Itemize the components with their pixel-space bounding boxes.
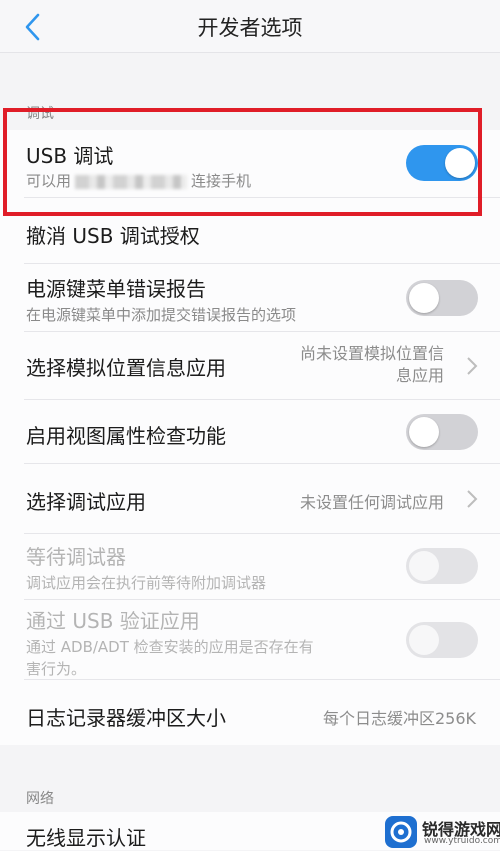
chevron-right-icon (467, 357, 478, 375)
mock-location-app-value: 尚未设置模拟位置信 息应用 (299, 344, 444, 385)
power-bug-report-subtitle: 在电源键菜单中添加提交错误报告的选项 (26, 306, 297, 324)
section-label-network: 网络 (26, 791, 54, 807)
wait-for-debugger-row: 等待调试器 调试应用会在执行前等待附加调试器 (0, 534, 500, 600)
view-attribute-inspection-row[interactable]: 启用视图属性检查功能 (0, 400, 500, 464)
power-bug-report-label: 电源键菜单错误报告 (26, 277, 206, 301)
watermark-logo: 锐得游戏网 www.ytruido.com (384, 814, 500, 850)
watermark-url: www.ytruido.com (424, 836, 500, 846)
revoke-usb-auth-label: 撤消 USB 调试授权 (26, 224, 200, 248)
power-bug-report-row[interactable]: 电源键菜单错误报告 在电源键菜单中添加提交错误报告的选项 (0, 264, 500, 332)
logger-buffer-size-row[interactable]: 日志记录器缓冲区大小 每个日志缓冲区256K (0, 680, 500, 745)
select-debug-app-row[interactable]: 选择调试应用 未设置任何调试应用 (0, 464, 500, 534)
verify-apps-usb-label: 通过 USB 验证应用 (26, 609, 200, 633)
verify-apps-usb-row: 通过 USB 验证应用 通过 ADB/ADT 检查安装的应用是否存在有 害行为。 (0, 600, 500, 680)
chevron-right-icon (467, 490, 478, 508)
highlight-box (3, 108, 482, 216)
top-bar: 开发者选项 (0, 0, 500, 53)
watermark-icon (385, 816, 417, 848)
page-title: 开发者选项 (197, 16, 303, 40)
power-bug-report-toggle[interactable] (406, 280, 478, 316)
verify-apps-usb-toggle (406, 622, 478, 658)
view-attribute-inspection-label: 启用视图属性检查功能 (26, 424, 226, 448)
wait-for-debugger-subtitle: 调试应用会在执行前等待附加调试器 (26, 574, 267, 592)
logger-buffer-size-value: 每个日志缓冲区256K (322, 709, 476, 728)
logger-buffer-size-label: 日志记录器缓冲区大小 (26, 706, 226, 730)
select-debug-app-value: 未设置任何调试应用 (299, 493, 444, 512)
verify-apps-usb-subtitle: 通过 ADB/ADT 检查安装的应用是否存在有 害行为。 (26, 638, 314, 678)
wait-for-debugger-toggle (406, 548, 478, 584)
mock-location-app-row[interactable]: 选择模拟位置信息应用 尚未设置模拟位置信 息应用 (0, 332, 500, 400)
select-debug-app-label: 选择调试应用 (26, 490, 146, 514)
mock-location-app-label: 选择模拟位置信息应用 (26, 356, 226, 380)
wireless-display-cert-label: 无线显示认证 (26, 826, 146, 850)
view-attribute-inspection-toggle[interactable] (406, 414, 478, 450)
wait-for-debugger-label: 等待调试器 (26, 545, 126, 569)
